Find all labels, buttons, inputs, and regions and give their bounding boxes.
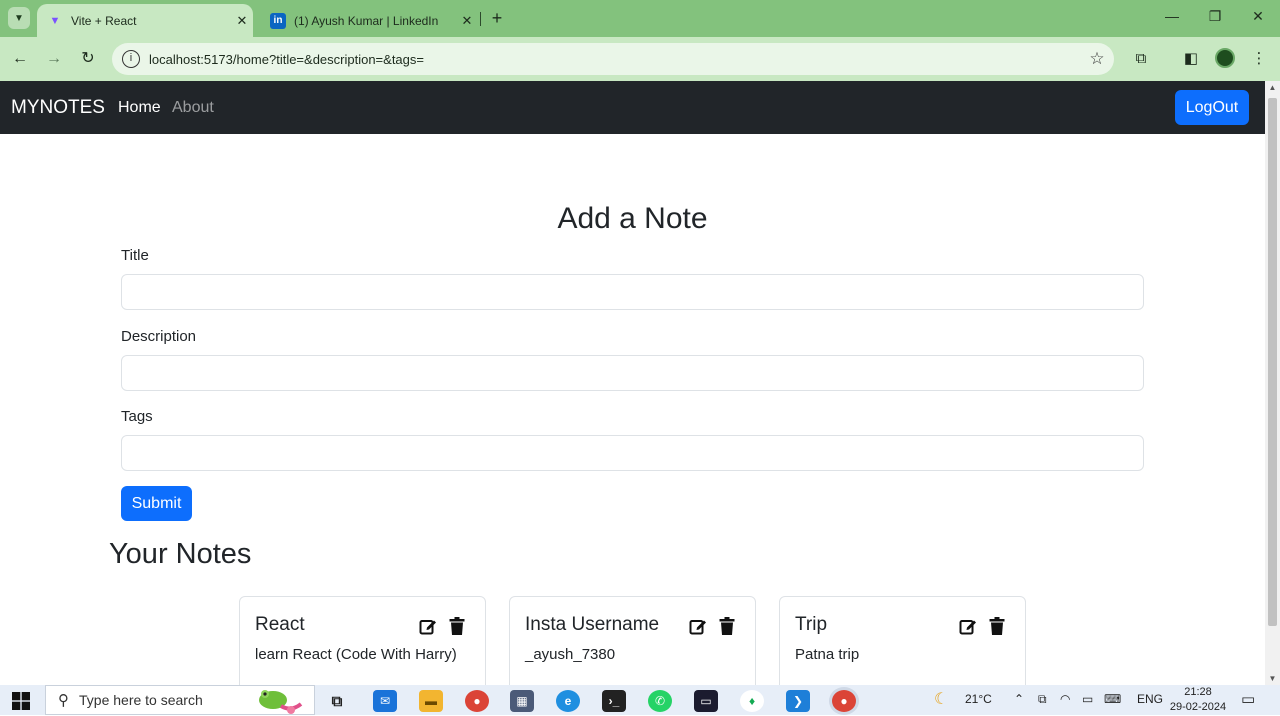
notes-heading: Your Notes [109,538,252,570]
address-bar[interactable]: i localhost:5173/home?title=&description… [112,43,1114,75]
page-title: Add a Note [557,202,708,235]
weather-temperature[interactable]: 21°C [965,692,992,706]
tags-input[interactable] [121,435,1144,471]
browser-tab-strip: ▼ ▼ Vite + React ✕ in (1) Ayush Kumar | … [0,0,1280,37]
tab-title: Vite + React [71,13,137,28]
trash-icon[interactable] [719,617,735,635]
edit-icon[interactable] [689,617,707,635]
taskbar-search-box[interactable]: ⚲ Type here to search [45,685,315,715]
meet-icon[interactable]: ⧉ [1038,692,1047,707]
note-card: Insta Username _ayush_7380 [509,596,756,696]
edit-icon[interactable] [419,617,437,635]
search-icon: ⚲ [58,692,69,709]
minimize-icon[interactable]: — [1157,8,1187,24]
window-close-icon[interactable]: ✕ [1243,8,1273,25]
note-title: React [255,614,305,635]
tab-search-dropdown-icon[interactable]: ▼ [8,7,30,29]
search-highlight-frog-icon [259,690,303,714]
nav-link-home[interactable]: Home [118,99,161,117]
taskbar-search-placeholder: Type here to search [79,692,203,708]
task-view-icon[interactable]: ⧉ [325,690,349,712]
sql-app-icon[interactable]: ▦ [510,690,534,712]
forward-arrow-icon[interactable]: → [43,48,65,70]
brand-logo[interactable]: MYNOTES [11,97,105,119]
scroll-down-icon[interactable]: ▼ [1265,674,1280,683]
note-card: Trip Patna trip [779,596,1026,696]
title-label: Title [121,247,149,264]
url-text[interactable]: localhost:5173/home?title=&description=&… [149,52,1080,67]
mongodb-app-icon[interactable]: ♦ [740,690,764,712]
trash-icon[interactable] [449,617,465,635]
chrome-app-icon[interactable]: ● [465,690,489,712]
keyboard-icon[interactable]: ⌨ [1104,692,1121,706]
scrollbar-thumb[interactable] [1268,98,1277,626]
battery-icon[interactable]: ▭ [1082,692,1093,706]
menu-kebab-icon[interactable]: ⋮ [1248,48,1270,70]
clock-time: 21:28 [1184,686,1212,698]
whatsapp-app-icon[interactable]: ✆ [648,690,672,712]
app-navbar: MYNOTES Home About LogOut [0,81,1265,134]
tab-divider [480,12,481,26]
submit-button[interactable]: Submit [121,486,192,521]
wifi-icon[interactable]: ◠ [1060,692,1070,706]
scroll-up-icon[interactable]: ▲ [1265,83,1280,92]
windows-start-icon[interactable] [12,692,30,710]
vite-icon: ▼ [49,14,61,27]
title-input[interactable] [121,274,1144,310]
system-clock[interactable]: 21:28 29-02-2024 [1166,685,1230,715]
logout-button[interactable]: LogOut [1175,90,1249,125]
nav-link-about[interactable]: About [172,99,214,117]
side-panel-icon[interactable]: ◧ [1180,48,1202,70]
new-tab-icon[interactable]: + [486,8,508,30]
vscode-app-icon[interactable]: ❯ [786,690,810,712]
note-description: Patna trip [795,646,860,663]
hyper-app-icon[interactable]: ▭ [694,690,718,712]
close-icon[interactable]: ✕ [456,13,478,29]
back-arrow-icon[interactable]: ← [9,48,31,70]
note-description: _ayush_7380 [525,646,616,663]
mail-app-icon[interactable]: ✉ [373,690,397,712]
restore-icon[interactable]: ❐ [1200,8,1230,25]
bookmark-star-icon[interactable]: ☆ [1080,49,1114,69]
reload-icon[interactable]: ↻ [77,48,99,70]
clock-date: 29-02-2024 [1169,701,1227,713]
note-title: Trip [795,614,828,635]
edge-app-icon[interactable]: e [556,690,580,712]
terminal-app-icon[interactable]: ›_ [602,690,626,712]
windows-taskbar: ⚲ Type here to search ⧉ ✉ ▬ ● ▦ e ›_ ✆ ▭… [0,685,1280,715]
site-info-icon[interactable]: i [122,50,140,68]
description-input[interactable] [121,355,1144,391]
note-description: learn React (Code With Harry) [255,646,457,663]
note-card: React learn React (Code With Harry) [239,596,486,696]
extensions-icon[interactable]: ⧉ [1130,48,1152,70]
browser-tab-vite[interactable]: ▼ Vite + React ✕ [37,4,253,37]
close-icon[interactable]: ✕ [231,13,253,29]
weather-moon-icon[interactable]: ☾ [934,689,948,709]
language-indicator[interactable]: ENG [1137,692,1163,706]
chrome-running-app-icon[interactable]: ● [832,690,856,712]
notification-icon[interactable]: ▭ [1241,690,1255,708]
description-label: Description [121,328,197,345]
edit-icon[interactable] [959,617,977,635]
browser-tab-linkedin[interactable]: in (1) Ayush Kumar | LinkedIn ✕ [260,4,478,37]
note-title: Insta Username [525,614,660,635]
file-explorer-icon[interactable]: ▬ [419,690,443,712]
profile-avatar[interactable] [1215,48,1235,68]
page-scrollbar[interactable]: ▲ ▼ [1265,81,1280,685]
trash-icon[interactable] [989,617,1005,635]
tray-chevron-up-icon[interactable]: ⌃ [1014,692,1024,706]
tags-label: Tags [121,408,153,425]
linkedin-icon: in [270,12,286,29]
tab-title: (1) Ayush Kumar | LinkedIn [294,13,439,28]
browser-toolbar: ← → ↻ i localhost:5173/home?title=&descr… [0,37,1280,81]
